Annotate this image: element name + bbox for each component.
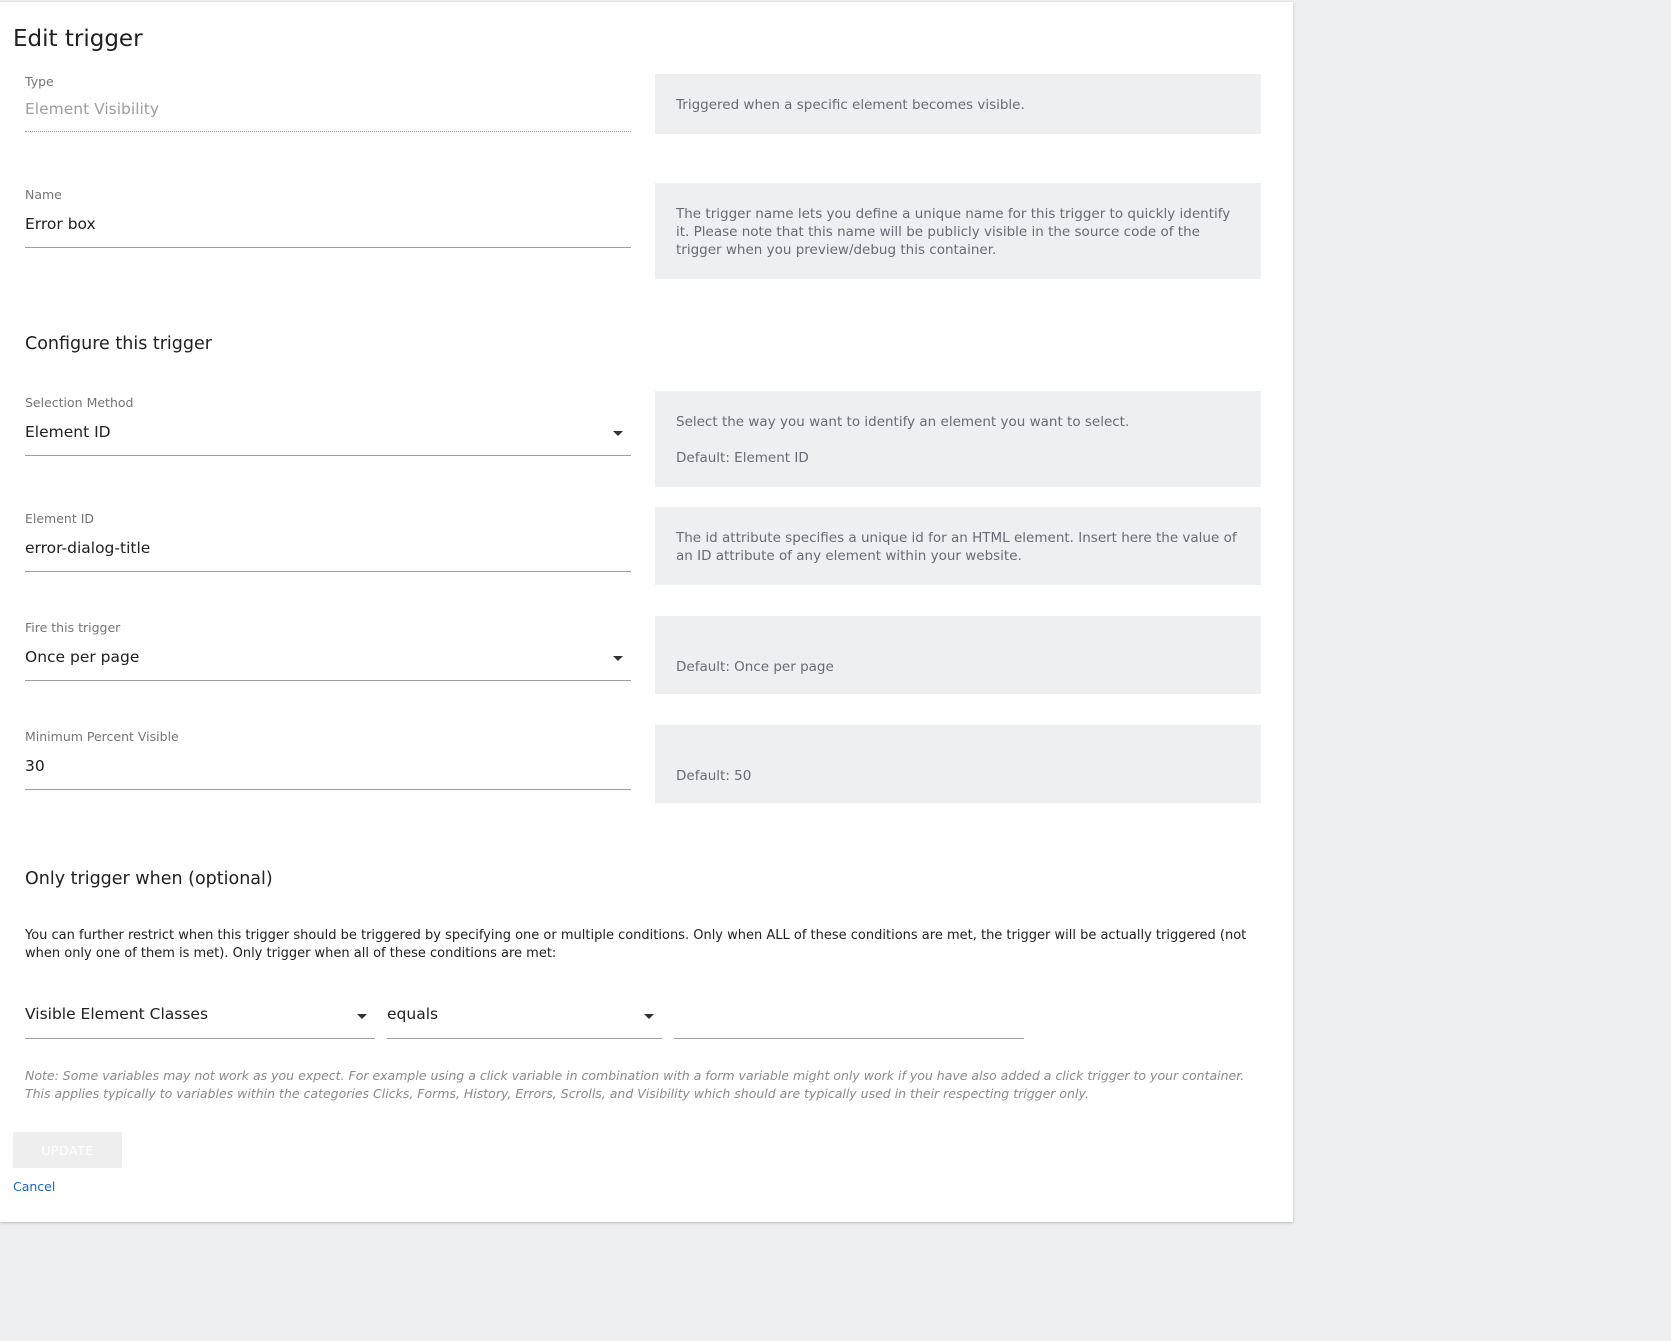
condition-operator-underline: [387, 1038, 662, 1039]
element-id-help: The id attribute specifies a unique id f…: [655, 507, 1261, 585]
type-value: Element Visibility: [25, 100, 160, 118]
fire-trigger-value[interactable]: Once per page: [25, 648, 139, 666]
selection-method-label: Selection Method: [25, 395, 134, 410]
element-id-input[interactable]: error-dialog-title: [25, 539, 150, 557]
conditions-heading: Only trigger when (optional): [25, 869, 273, 889]
condition-value-input[interactable]: [674, 992, 1024, 1040]
conditions-note: Note: Some variables may not work as you…: [25, 1068, 1245, 1101]
chevron-down-icon[interactable]: [613, 431, 623, 436]
condition-variable-underline: [25, 1038, 375, 1039]
cancel-link[interactable]: Cancel: [13, 1179, 55, 1194]
type-label: Type: [25, 74, 54, 89]
page-title: Edit trigger: [13, 26, 143, 52]
condition-value-underline: [674, 1038, 1024, 1039]
type-underline: [25, 131, 631, 132]
condition-operator-value[interactable]: equals: [387, 1005, 438, 1023]
name-help: The trigger name lets you define a uniqu…: [655, 183, 1261, 279]
fire-trigger-help-text: Default: Once per page: [676, 659, 834, 675]
condition-variable-value[interactable]: Visible Element Classes: [25, 1005, 208, 1023]
name-input[interactable]: Error box: [25, 215, 96, 233]
type-help: Triggered when a specific element become…: [655, 74, 1261, 134]
selection-method-underline: [25, 455, 631, 456]
selection-method-select[interactable]: Selection Method Element ID: [25, 395, 631, 457]
element-id-underline: [25, 571, 631, 572]
min-percent-underline: [25, 789, 631, 790]
fire-trigger-label: Fire this trigger: [25, 620, 121, 635]
condition-variable-select[interactable]: Visible Element Classes: [25, 992, 375, 1040]
min-percent-input[interactable]: 30: [25, 757, 45, 775]
min-percent-help: Default: 50: [655, 725, 1261, 803]
element-id-label: Element ID: [25, 511, 95, 526]
chevron-down-icon[interactable]: [644, 1014, 654, 1019]
chevron-down-icon[interactable]: [613, 656, 623, 661]
condition-operator-select[interactable]: equals: [387, 992, 662, 1040]
element-id-field[interactable]: Element ID error-dialog-title: [25, 511, 631, 573]
selection-method-help-line1: Select the way you want to identify an e…: [676, 414, 1130, 430]
chevron-down-icon[interactable]: [357, 1014, 367, 1019]
fire-trigger-help: Default: Once per page: [655, 616, 1261, 694]
min-percent-field[interactable]: Minimum Percent Visible 30: [25, 729, 631, 791]
selection-method-help-line2: Default: Element ID: [676, 450, 809, 466]
name-help-text: The trigger name lets you define a uniqu…: [676, 206, 1231, 258]
type-field: Type Element Visibility: [25, 74, 631, 134]
fire-trigger-underline: [25, 680, 631, 681]
min-percent-label: Minimum Percent Visible: [25, 729, 179, 744]
type-help-text: Triggered when a specific element become…: [676, 97, 1025, 113]
update-button[interactable]: UPDATE: [13, 1132, 122, 1168]
conditions-description: You can further restrict when this trigg…: [25, 928, 1247, 961]
name-underline: [25, 247, 631, 248]
selection-method-help: Select the way you want to identify an e…: [655, 391, 1261, 487]
configure-heading: Configure this trigger: [25, 334, 212, 354]
fire-trigger-select[interactable]: Fire this trigger Once per page: [25, 620, 631, 682]
edit-trigger-card: Edit trigger Type Element Visibility Tri…: [0, 2, 1293, 1222]
element-id-help-text: The id attribute specifies a unique id f…: [676, 530, 1237, 564]
name-field[interactable]: Name Error box: [25, 187, 631, 249]
min-percent-help-text: Default: 50: [676, 768, 752, 784]
selection-method-value[interactable]: Element ID: [25, 423, 111, 441]
name-label: Name: [25, 187, 62, 202]
